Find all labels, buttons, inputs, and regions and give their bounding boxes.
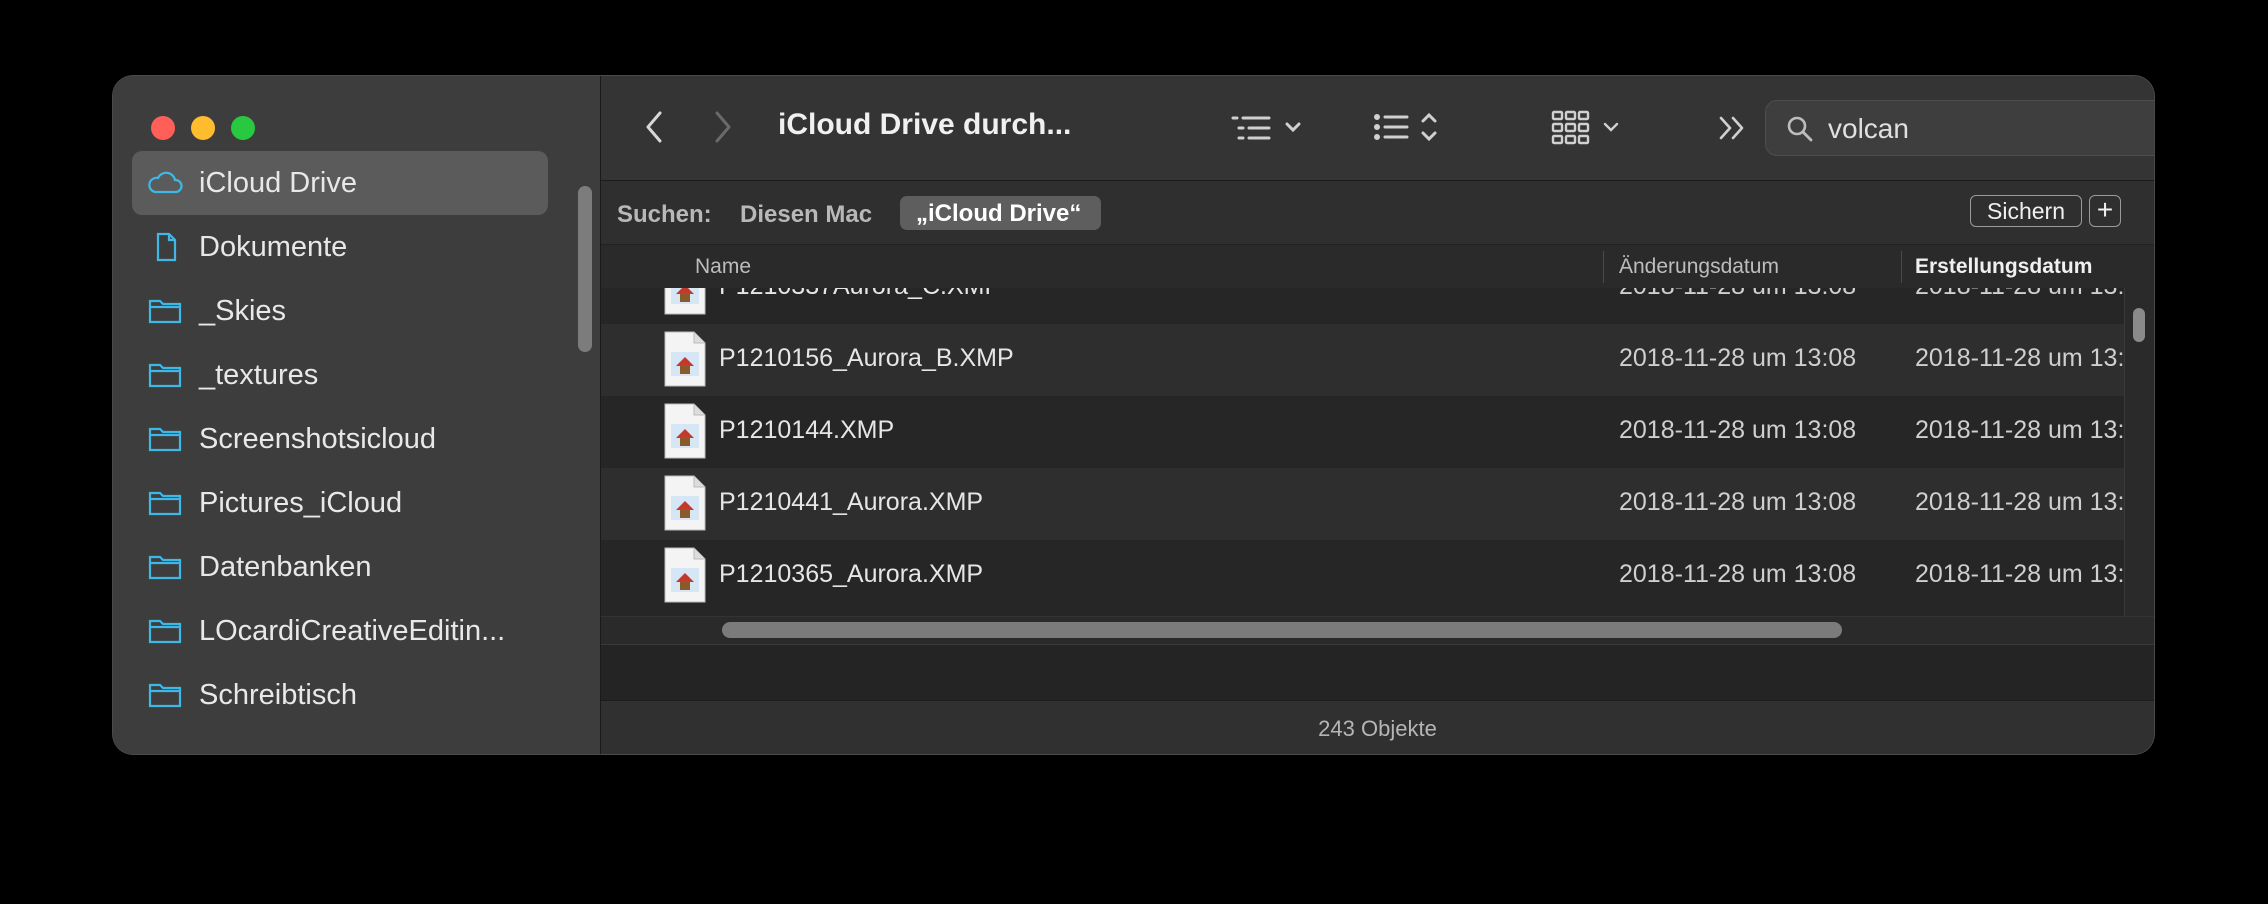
sidebar-item-label: Schreibtisch xyxy=(199,678,357,711)
status-bar: 243 Objekte xyxy=(601,700,2154,754)
folder-icon xyxy=(148,683,182,708)
column-modified[interactable]: Änderungsdatum xyxy=(1619,255,1779,279)
sidebar-item-label: Screenshotsicloud xyxy=(199,422,436,455)
sidebar-item-icloud-drive[interactable]: iCloud Drive xyxy=(132,151,548,215)
search-scope-bar: Suchen: Diesen Mac „iCloud Drive“ Sicher… xyxy=(601,181,2154,244)
file-name: P1210441_Aurora.XMP xyxy=(719,488,984,516)
sidebar-item-pictures-icloud[interactable]: Pictures_iCloud xyxy=(132,471,548,535)
sidebar-scrollbar[interactable] xyxy=(578,186,592,352)
sidebar-item-locardi[interactable]: LOcardiCreativeEditin... xyxy=(132,599,548,663)
column-name[interactable]: Name xyxy=(695,255,751,279)
sidebar-item-skies[interactable]: _Skies xyxy=(132,279,548,343)
xmp-file-icon xyxy=(664,475,706,531)
horizontal-scrollbar-thumb[interactable] xyxy=(722,622,1842,638)
sidebar-item-label: iCloud Drive xyxy=(199,166,357,199)
sidebar-item-label: _Skies xyxy=(199,294,287,327)
sidebar-item-textures[interactable]: _textures xyxy=(132,343,548,407)
column-header: Name Änderungsdatum Erstellungsdatum xyxy=(601,244,2154,289)
scope-this-mac-button[interactable]: Diesen Mac xyxy=(740,201,872,229)
file-modified: 2018-11-28 um 13:08 xyxy=(1619,344,1857,372)
sidebar-item-label: Pictures_iCloud xyxy=(199,486,403,519)
file-name: P1210144.XMP xyxy=(719,416,895,444)
back-icon[interactable] xyxy=(643,110,665,144)
column-divider[interactable] xyxy=(1901,251,1902,283)
table-row[interactable]: P1210156_Aurora_B.XMP 2018-11-28 um 13:0… xyxy=(601,324,2124,396)
more-toolbar-icon[interactable] xyxy=(1717,114,1749,142)
close-button[interactable] xyxy=(151,116,175,140)
sidebar-item-schreibtisch[interactable]: Schreibtisch xyxy=(132,663,548,727)
search-input[interactable]: volcan xyxy=(1828,113,1909,145)
list-view-icon[interactable] xyxy=(1371,106,1447,148)
item-count: 243 Objekte xyxy=(1318,716,1437,741)
zoom-button[interactable] xyxy=(231,116,255,140)
file-created: 2018-11-28 um 13:08 xyxy=(1915,416,2124,444)
sidebar-item-dokumente[interactable]: Dokumente xyxy=(132,215,548,279)
file-created: 2018-11-28 um 13:08 xyxy=(1915,488,2124,516)
forward-icon[interactable] xyxy=(712,110,734,144)
file-name: P1210337Aurora_C.XMP xyxy=(719,288,1001,301)
xmp-file-icon xyxy=(664,331,706,387)
sidebar-item-label: _textures xyxy=(199,358,319,391)
file-modified: 2018-11-28 um 13:08 xyxy=(1619,560,1857,588)
table-row[interactable]: P1210365_Aurora.XMP 2018-11-28 um 13:08 … xyxy=(601,540,2124,612)
sidebar-item-label: Dokumente xyxy=(199,230,348,263)
scope-label: Suchen: xyxy=(617,201,712,228)
folder-icon xyxy=(148,299,182,324)
vertical-scrollbar-thumb[interactable] xyxy=(2133,308,2145,342)
column-created[interactable]: Erstellungsdatum xyxy=(1915,255,2092,279)
empty-list-area xyxy=(601,644,2154,701)
column-divider[interactable] xyxy=(1603,251,1604,283)
document-icon xyxy=(156,232,177,262)
folder-icon xyxy=(148,363,182,388)
file-created: 2018-11-28 um 13:08 xyxy=(1915,344,2124,372)
sidebar: iCloud iCloud Drive Dokumente _Skies _te… xyxy=(113,76,601,754)
window-title: iCloud Drive durch... xyxy=(778,108,1072,141)
sidebar-item-datenbanken[interactable]: Datenbanken xyxy=(132,535,548,599)
minimize-button[interactable] xyxy=(191,116,215,140)
file-created: 2018-11-28 um 13:08 xyxy=(1915,560,2124,588)
group-menu-icon[interactable] xyxy=(1229,110,1313,146)
xmp-file-icon xyxy=(664,288,706,315)
search-icon xyxy=(1787,116,1813,142)
table-row[interactable]: P1210144.XMP 2018-11-28 um 13:08 2018-11… xyxy=(601,396,2124,468)
folder-icon xyxy=(148,491,182,516)
add-criteria-button[interactable]: + xyxy=(2089,195,2121,227)
file-modified: 2018-11-28 um 13:08 xyxy=(1619,288,1856,301)
save-search-button[interactable]: Sichern xyxy=(1970,195,2082,227)
file-modified: 2018-11-28 um 13:08 xyxy=(1619,416,1857,444)
gallery-view-icon[interactable] xyxy=(1551,108,1631,148)
table-row[interactable]: P1210337Aurora_C.XMP 2018-11-28 um 13:08… xyxy=(601,288,2124,324)
file-list: P1210337Aurora_C.XMP 2018-11-28 um 13:08… xyxy=(601,288,2124,616)
sidebar-item-label: Datenbanken xyxy=(199,550,372,583)
folder-icon xyxy=(148,619,182,644)
xmp-file-icon xyxy=(664,547,706,603)
search-field[interactable]: volcan xyxy=(1765,100,2154,156)
xmp-file-icon xyxy=(664,403,706,459)
file-name: P1210365_Aurora.XMP xyxy=(719,560,984,588)
file-modified: 2018-11-28 um 13:08 xyxy=(1619,488,1857,516)
folder-icon xyxy=(148,555,182,580)
sidebar-item-screenshotsicloud[interactable]: Screenshotsicloud xyxy=(132,407,548,471)
sidebar-item-label: LOcardiCreativeEditin... xyxy=(199,614,506,647)
finder-window: iCloud iCloud Drive Dokumente _Skies _te… xyxy=(113,76,2154,754)
scope-icloud-drive-label: „iCloud Drive“ xyxy=(916,200,1082,227)
toolbar: iCloud Drive durch... volcan xyxy=(601,76,2154,181)
cloud-icon xyxy=(148,171,183,194)
folder-icon xyxy=(148,427,182,452)
file-name: P1210156_Aurora_B.XMP xyxy=(719,344,1014,372)
file-created: 2018-11-28 um 13:08 xyxy=(1915,288,2124,301)
table-row[interactable]: P1210441_Aurora.XMP 2018-11-28 um 13:08 … xyxy=(601,468,2124,540)
